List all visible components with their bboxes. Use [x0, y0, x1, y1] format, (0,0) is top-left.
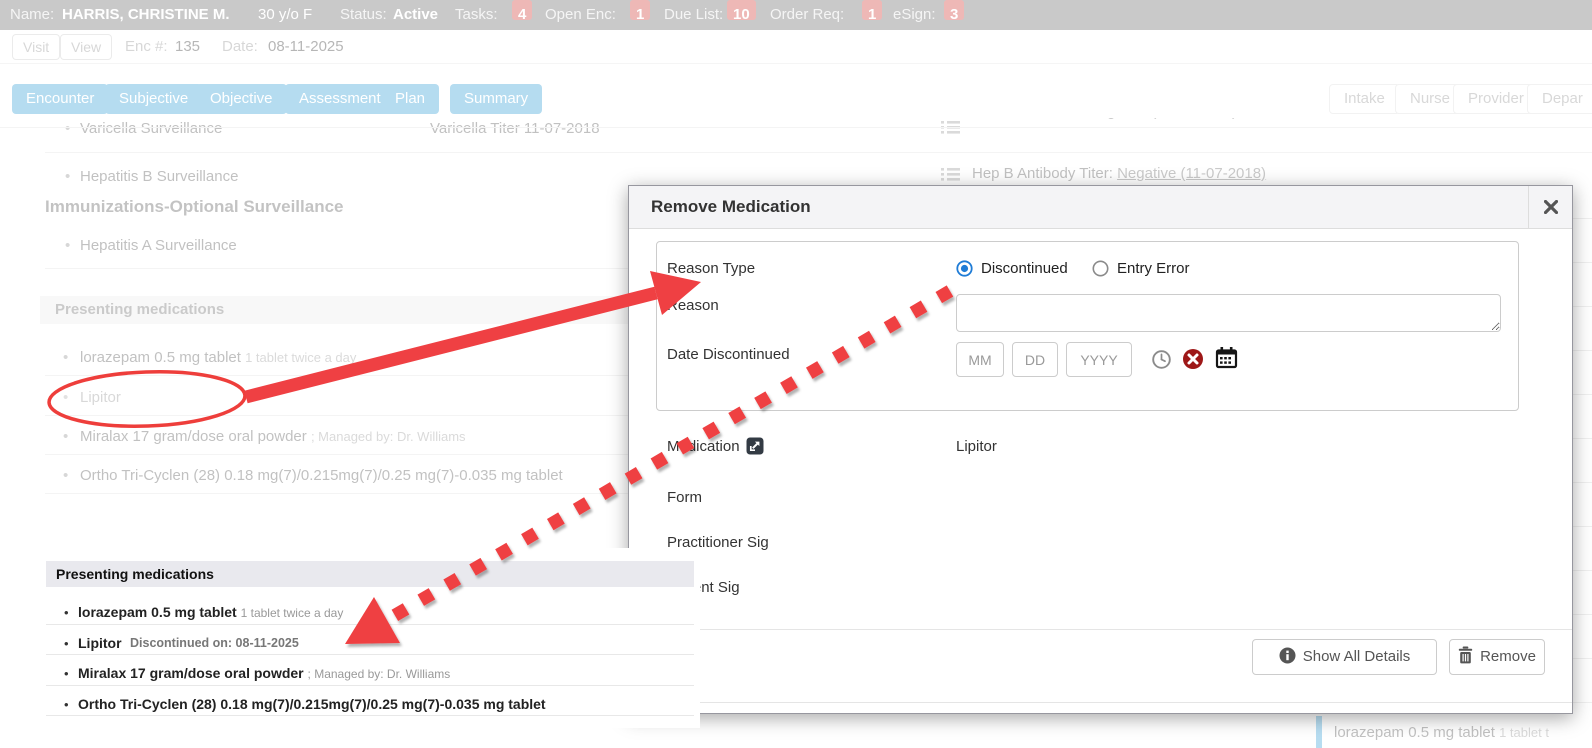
- divider: [46, 685, 694, 686]
- reason-type-label: Reason Type: [667, 260, 755, 277]
- dialog-header: Remove Medication: [629, 186, 1572, 229]
- inset-med-row: Miralax 17 gram/dose oral powder ; Manag…: [78, 665, 450, 681]
- bullet: •: [64, 666, 69, 681]
- bullet: •: [64, 605, 69, 620]
- close-button[interactable]: [1528, 186, 1572, 228]
- presenting-medications-inset: Presenting medications • lorazepam 0.5 m…: [40, 548, 700, 728]
- form-label: Form: [667, 489, 702, 506]
- remove-medication-dialog: Remove Medication Reason Type Discontinu…: [628, 185, 1573, 714]
- close-icon: [1544, 200, 1558, 214]
- bullet: •: [64, 697, 69, 712]
- date-dd-input[interactable]: [1012, 342, 1058, 377]
- trash-icon: [1458, 646, 1473, 664]
- medication-value: Lipitor: [956, 438, 997, 455]
- radio-entry-error[interactable]: [1092, 260, 1109, 282]
- inset-header: Presenting medications: [46, 561, 694, 587]
- clear-date-icon[interactable]: [1182, 348, 1204, 375]
- radio-discontinued-label[interactable]: Discontinued: [981, 260, 1068, 277]
- divider: [46, 654, 694, 655]
- radio-unselected-icon: [1092, 260, 1109, 277]
- ehr-page: Negative (11-07-2018) • Varicella Survei…: [0, 0, 1592, 748]
- radio-entry-error-label[interactable]: Entry Error: [1117, 260, 1190, 277]
- dialog-title: Remove Medication: [651, 197, 811, 217]
- info-icon: [1279, 647, 1296, 664]
- medication-label: Medication: [667, 438, 740, 455]
- divider: [46, 624, 694, 625]
- date-discontinued-label: Date Discontinued: [667, 346, 790, 363]
- radio-discontinued[interactable]: [956, 260, 973, 282]
- footer-divider: [629, 629, 1572, 630]
- reason-input[interactable]: [956, 294, 1501, 332]
- bullet: •: [64, 636, 69, 651]
- remove-button[interactable]: Remove: [1449, 639, 1545, 675]
- inset-med-row: Ortho Tri-Cyclen (28) 0.18 mg(7)/0.215mg…: [78, 696, 546, 712]
- divider: [629, 702, 1572, 703]
- reason-label: Reason: [667, 297, 719, 314]
- inset-med-row-lipitor: Lipitor: [78, 635, 122, 651]
- date-mm-input[interactable]: [956, 342, 1004, 377]
- inset-med-row: lorazepam 0.5 mg tablet 1 tablet twice a…: [78, 604, 343, 620]
- external-link-icon[interactable]: [746, 437, 764, 460]
- date-yyyy-input[interactable]: [1066, 342, 1132, 377]
- radio-selected-icon: [956, 260, 973, 277]
- calendar-icon[interactable]: [1215, 346, 1238, 374]
- show-all-details-button[interactable]: Show All Details: [1252, 639, 1437, 675]
- clock-icon[interactable]: [1151, 349, 1172, 375]
- discontinued-status: Discontinued on: 08-11-2025: [130, 636, 299, 650]
- divider: [46, 715, 694, 716]
